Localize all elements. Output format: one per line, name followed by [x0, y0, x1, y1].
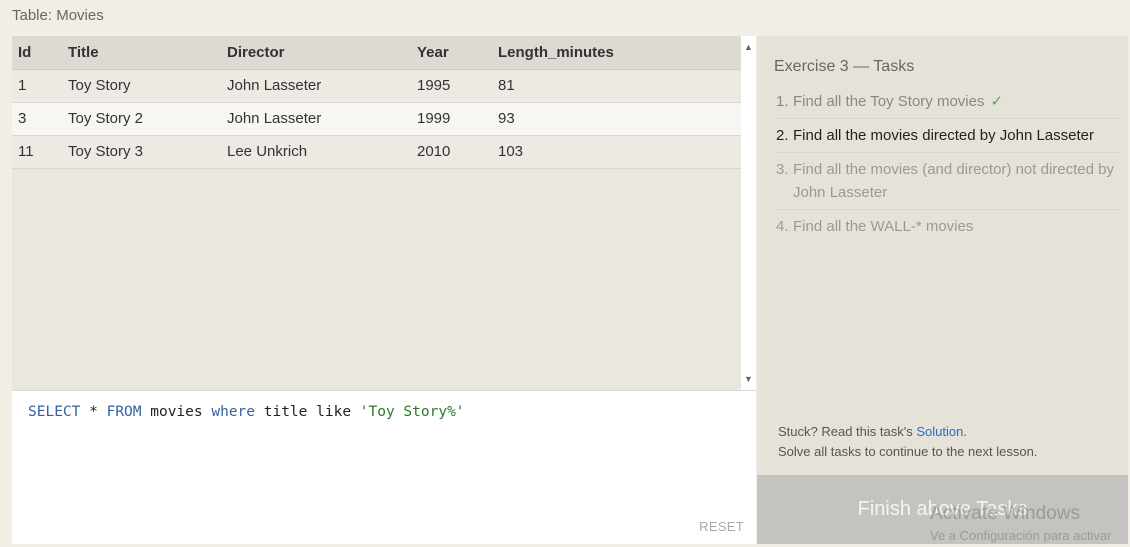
cell-director: John Lasseter [221, 102, 411, 136]
table-label: Table: Movies [12, 7, 104, 24]
cell-title: Toy Story 3 [62, 135, 221, 169]
keyword-from: FROM [106, 404, 142, 420]
table-row: 3 Toy Story 2 John Lasseter 1999 93 [12, 102, 741, 136]
task-list: 1. Find all the Toy Story movies ✓ 2. Fin… [776, 88, 1120, 246]
cell-title: Toy Story 2 [62, 102, 221, 136]
task-text: Find all the WALL-* movies [793, 218, 974, 235]
code-table: movies [141, 404, 212, 420]
help-line-2: Solve all tasks to continue to the next … [778, 444, 1038, 459]
results-table: Id Title Director Year Length_minutes 1 … [12, 36, 741, 169]
cell-length: 103 [492, 135, 741, 169]
sql-code[interactable]: SELECT * FROM movies where title like 'T… [28, 404, 465, 420]
task-text: Find all the movies directed by John Las… [793, 127, 1094, 144]
cell-id: 3 [12, 102, 62, 136]
cell-year: 1995 [411, 69, 492, 103]
help-line-1: Stuck? Read this task's Solution. [778, 422, 1037, 442]
code-condition: title like [255, 404, 360, 420]
column-header-year: Year [411, 36, 492, 70]
code-string: 'Toy Story%' [359, 404, 465, 420]
task-number: 3. [776, 161, 789, 178]
solution-link[interactable]: Solution [916, 424, 963, 439]
results-table-container: Id Title Director Year Length_minutes 1 … [12, 36, 741, 390]
table-row: 11 Toy Story 3 Lee Unkrich 2010 103 [12, 135, 741, 169]
code-star: * [80, 404, 107, 420]
keyword-where: where [211, 404, 256, 420]
task-text: Find all the movies (and director) not d… [793, 161, 1114, 201]
cell-director: John Lasseter [221, 69, 411, 103]
task-text: Find all the Toy Story movies [793, 93, 985, 110]
activate-windows-watermark: Activate Windows Ve a Configuración para… [930, 503, 1111, 547]
cell-length: 81 [492, 69, 741, 103]
cell-year: 1999 [411, 102, 492, 136]
column-header-title: Title [62, 36, 221, 70]
cell-length: 93 [492, 102, 741, 136]
watermark-subtitle: Ve a Configuración para activar [930, 528, 1112, 543]
task-number: 1. [776, 93, 789, 110]
help-text: Stuck? Read this task's Solution. Solve … [778, 422, 1037, 462]
keyword-select: SELECT [28, 404, 81, 420]
task-number: 4. [776, 218, 789, 235]
help-prefix: Stuck? Read this task's [778, 424, 917, 439]
task-item: 2. Find all the movies directed by John … [776, 122, 1120, 153]
table-header-row: Id Title Director Year Length_minutes [12, 36, 741, 70]
task-item: 3. Find all the movies (and director) no… [776, 156, 1120, 210]
cell-id: 1 [12, 69, 62, 103]
help-suffix: . [963, 424, 967, 439]
column-header-length: Length_minutes [492, 36, 741, 70]
exercise-panel: Exercise 3 — Tasks 1. Find all the Toy S… [757, 36, 1128, 544]
task-number: 2. [776, 127, 789, 144]
column-header-director: Director [221, 36, 411, 70]
scroll-down-arrow-icon[interactable]: ▼ [741, 371, 756, 387]
cell-year: 2010 [411, 135, 492, 169]
column-header-id: Id [12, 36, 62, 70]
scroll-up-arrow-icon[interactable]: ▲ [741, 39, 756, 55]
cell-title: Toy Story [62, 69, 221, 103]
task-item: 1. Find all the Toy Story movies ✓ [776, 88, 1120, 119]
exercise-title: Exercise 3 — Tasks [774, 58, 915, 75]
check-icon: ✓ [990, 93, 1004, 110]
results-scrollbar[interactable]: ▲ ▼ [741, 36, 756, 390]
reset-button[interactable]: RESET [699, 519, 744, 534]
cell-id: 11 [12, 135, 62, 169]
left-panel: Id Title Director Year Length_minutes 1 … [12, 36, 756, 544]
watermark-title: Activate Windows [930, 503, 1080, 524]
sql-editor[interactable]: SELECT * FROM movies where title like 'T… [12, 390, 756, 544]
task-item: 4. Find all the WALL-* movies [776, 213, 1120, 243]
cell-director: Lee Unkrich [221, 135, 411, 169]
table-row: 1 Toy Story John Lasseter 1995 81 [12, 69, 741, 103]
